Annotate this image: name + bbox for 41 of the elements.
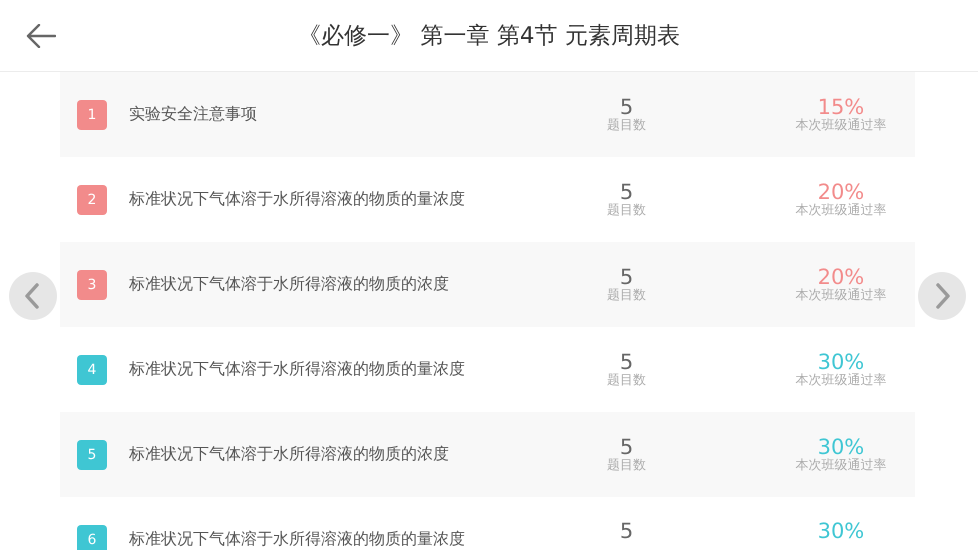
question-count: 5 (620, 266, 634, 289)
pass-rate-label: 本次班级通过率 (795, 204, 886, 218)
pass-rate: 30% (818, 520, 864, 544)
number-badge: 6 (77, 524, 107, 550)
question-count-label: 题目数 (607, 288, 646, 304)
previous-chevron-button[interactable] (9, 272, 57, 320)
lesson-title: 标准状况下气体溶于水所得溶液的物质的浓度 (129, 444, 450, 465)
lesson-title: 标准状况下气体溶于水所得溶液的物质的浓度 (129, 274, 450, 295)
pass-rate: 20% (818, 266, 864, 289)
pass-rate-label: 本次班级通过率 (795, 288, 886, 304)
lesson-title: 标准状况下气体溶于水所得溶液的物质的量浓度 (129, 529, 466, 550)
question-count-label: 题目数 (607, 458, 646, 474)
next-chevron-button[interactable] (918, 272, 966, 320)
question-count: 5 (620, 180, 634, 204)
back-arrow-icon[interactable] (26, 24, 56, 48)
number-badge: 3 (77, 270, 107, 300)
question-count: 5 (620, 96, 634, 119)
lesson-title: 标准状况下气体溶于水所得溶液的物质的量浓度 (129, 189, 466, 210)
pass-rate-label: 本次班级通过率 (795, 458, 886, 474)
pass-rate: 20% (818, 180, 864, 204)
question-count: 5 (620, 350, 634, 374)
question-count-label: 题目数 (607, 374, 646, 388)
number-badge: 4 (77, 354, 107, 384)
pass-rate: 30% (818, 436, 864, 459)
lesson-row[interactable]: 1 实验安全注意事项 5 题目数 15% 本次班级通过率 (60, 72, 915, 157)
question-count-label: 题目数 (607, 204, 646, 218)
pass-rate: 30% (818, 350, 864, 374)
pass-rate-label: 本次班级通过率 (795, 118, 886, 134)
number-badge: 5 (77, 440, 107, 470)
lesson-row[interactable]: 5 标准状况下气体溶于水所得溶液的物质的浓度 5 题目数 30% 本次班级通过率 (60, 412, 915, 497)
lesson-row[interactable]: 3 标准状况下气体溶于水所得溶液的物质的浓度 5 题目数 20% 本次班级通过率 (60, 242, 915, 327)
question-count: 5 (620, 520, 634, 544)
number-badge: 1 (77, 100, 107, 130)
page-title: 《必修一》 第一章 第4节 元素周期表 (298, 22, 680, 51)
lesson-title: 实验安全注意事项 (129, 104, 258, 125)
pass-rate-label: 本次班级通过率 (795, 374, 886, 388)
question-count-label: 题目数 (607, 118, 646, 134)
lesson-title: 标准状况下气体溶于水所得溶液的物质的量浓度 (129, 359, 466, 380)
question-count: 5 (620, 436, 634, 459)
pass-rate: 15% (818, 96, 864, 119)
number-badge: 2 (77, 184, 107, 214)
